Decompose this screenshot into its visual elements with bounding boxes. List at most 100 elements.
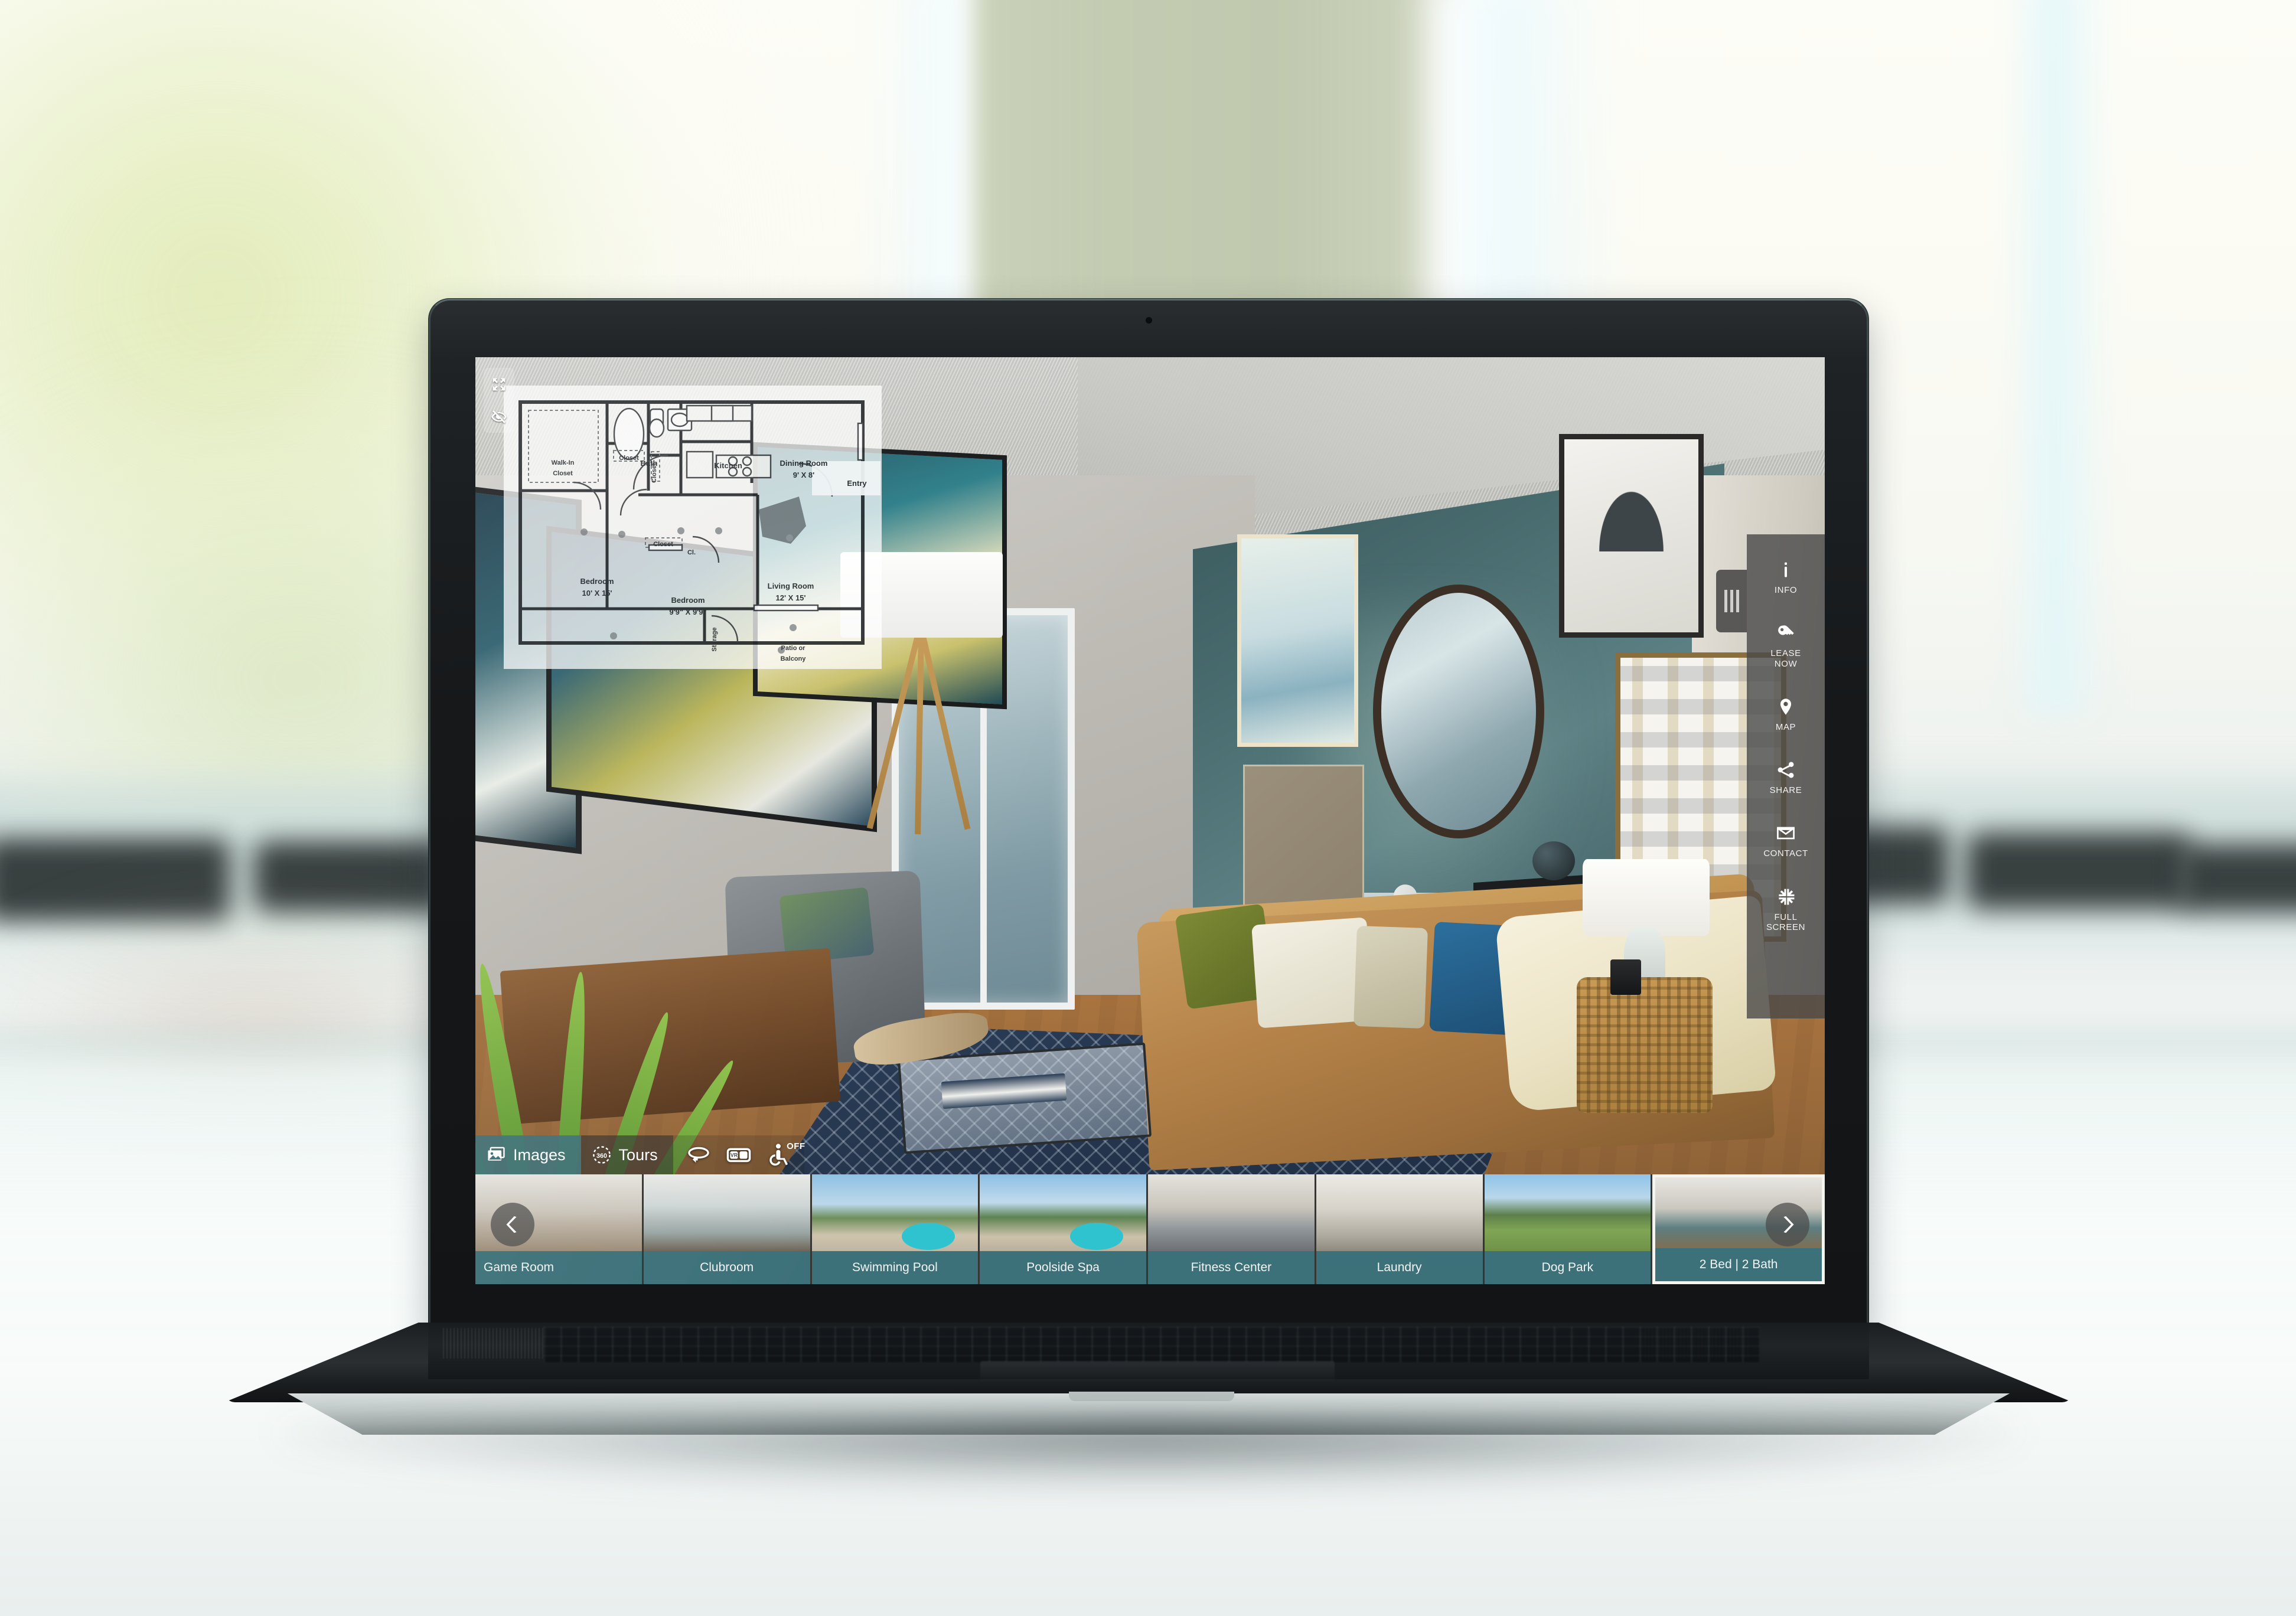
tab-tours-label: Tours	[618, 1145, 658, 1164]
speaker-grille-left	[443, 1328, 549, 1359]
fp-entry: Entry	[847, 479, 867, 488]
360-icon: 360	[592, 1146, 611, 1164]
table-lamp-shade	[1583, 859, 1710, 936]
fp-bed2-1: Bedroom	[671, 596, 705, 605]
thumbnail-label: 2 Bed | 2 Bath	[1655, 1248, 1822, 1281]
thumbnail-image	[643, 1174, 810, 1252]
lease-line2: NOW	[1774, 658, 1798, 669]
strip-prev-button[interactable]	[491, 1203, 534, 1246]
fullscreen-line1: FULL	[1774, 912, 1798, 922]
info-icon	[1774, 558, 1798, 582]
svg-text:360: 360	[596, 1153, 607, 1160]
thumbnail-image	[1316, 1174, 1483, 1252]
drag-handle-icon	[1730, 590, 1733, 612]
fp-closet-v: Closet	[651, 463, 658, 483]
fp-patio-1: Patio or	[781, 645, 806, 652]
sidebar-item-full-screen[interactable]: FULL SCREEN	[1747, 885, 1825, 933]
thumbnail-label: Laundry	[1316, 1251, 1483, 1284]
floorplan-overlay[interactable]: Walk-In Closet Bath Closet Closet Kitche…	[504, 386, 882, 702]
sidebar-label-share: SHARE	[1769, 785, 1802, 795]
thumbnail-label: Dog Park	[1484, 1251, 1651, 1284]
tab-tours[interactable]: 360 Tours	[580, 1135, 673, 1174]
background-chair	[0, 838, 230, 921]
trackpad[interactable]	[980, 1361, 1335, 1381]
sidebar-item-lease-now[interactable]: LEASE NOW	[1747, 621, 1825, 669]
fp-bed2-2: 9'9" X 9'9"	[669, 608, 706, 616]
thumbnail-image	[980, 1174, 1146, 1252]
sidebar-label-fullscreen: FULL SCREEN	[1766, 912, 1805, 933]
keyboard[interactable]	[543, 1327, 1760, 1362]
thumbnail-clubroom[interactable]: Clubroom	[643, 1174, 812, 1284]
sidebar-label-lease: LEASE NOW	[1770, 648, 1801, 669]
sidebar-item-map[interactable]: MAP	[1747, 695, 1825, 732]
eye-slash-icon[interactable]	[489, 407, 509, 427]
wall-art-arch	[1559, 434, 1704, 638]
images-icon	[488, 1147, 505, 1161]
fp-kitchen: Kitchen	[714, 461, 742, 470]
auto-rotate-icon[interactable]	[686, 1142, 711, 1167]
fp-living-1: Living Room	[768, 582, 814, 590]
wall-art-landscape	[1237, 534, 1358, 747]
compress-arrows-icon	[1774, 885, 1798, 909]
thumbnail-label: Clubroom	[643, 1251, 810, 1284]
thumbnail-image	[1148, 1174, 1315, 1252]
tab-images[interactable]: Images	[475, 1135, 581, 1174]
thumbnail-label: Fitness Center	[1148, 1251, 1315, 1284]
envelope-icon	[1774, 821, 1798, 845]
accessibility-state-label: OFF	[787, 1141, 805, 1151]
fp-walkin-1: Walk-In	[552, 459, 575, 466]
sidebar-label-contact: CONTACT	[1763, 848, 1808, 859]
svg-text:VR: VR	[730, 1153, 738, 1158]
side-table	[1577, 977, 1713, 1113]
sidebar-item-contact[interactable]: CONTACT	[1747, 821, 1825, 858]
media-toolbar: Images 360 Tours VR OFF	[475, 1135, 805, 1174]
fp-storage: Storage	[711, 628, 718, 652]
thumbnail-strip[interactable]: Game Room Clubroom Swimming Pool Poolsid…	[475, 1174, 1825, 1284]
map-pin-icon	[1774, 695, 1798, 719]
chevron-right-icon	[1783, 1216, 1794, 1233]
thumbnail-fitness-center[interactable]: Fitness Center	[1148, 1174, 1316, 1284]
share-icon	[1774, 758, 1798, 782]
candle	[1610, 959, 1641, 995]
thumbnail-poolside-spa[interactable]: Poolside Spa	[980, 1174, 1148, 1284]
fp-dining-2: 9' X 8'	[793, 471, 815, 479]
fp-dining-1: Dining Room	[780, 459, 828, 468]
thumbnail-swimming-pool[interactable]: Swimming Pool	[811, 1174, 980, 1284]
floorplan-tools	[484, 368, 514, 433]
thumbnail-laundry[interactable]: Laundry	[1316, 1174, 1485, 1284]
throw-pillow	[1354, 925, 1428, 1029]
round-mirror	[1373, 585, 1544, 838]
background-chair	[2179, 844, 2296, 912]
fp-walkin-2: Closet	[553, 470, 573, 477]
fp-living-2: 12' X 15'	[776, 593, 806, 602]
sidebar-label-map: MAP	[1775, 722, 1796, 732]
lease-line1: LEASE	[1770, 648, 1801, 659]
vr-goggles-icon[interactable]: VR	[726, 1142, 751, 1167]
tab-images-label: Images	[513, 1145, 566, 1164]
decorative-vase	[1532, 841, 1575, 880]
drag-handle-icon	[1724, 590, 1727, 612]
fp-patio-2: Balcony	[781, 655, 807, 662]
sidebar-item-share[interactable]: SHARE	[1747, 758, 1825, 795]
drag-handle-icon	[1736, 590, 1739, 612]
toolbar-controls: VR OFF	[673, 1135, 805, 1174]
thumbnail-label: Swimming Pool	[811, 1251, 979, 1284]
expand-arrows-icon[interactable]	[489, 374, 509, 394]
thumbnail-dog-park[interactable]: Dog Park	[1484, 1174, 1653, 1284]
fp-cl: Cl.	[687, 549, 696, 556]
accessibility-icon[interactable]: OFF	[767, 1141, 805, 1167]
strip-next-button[interactable]	[1766, 1203, 1809, 1246]
sidebar-drag-handle[interactable]	[1716, 570, 1747, 632]
laptop-shadow	[278, 1420, 2020, 1491]
thumbnail-image	[811, 1174, 979, 1252]
fp-bed1-2: 10' X 15'	[582, 589, 612, 598]
fp-closet2: Closet	[653, 541, 673, 548]
sidebar-label-info: INFO	[1774, 585, 1798, 595]
laptop: Walk-In Closet Bath Closet Closet Kitche…	[224, 298, 2073, 1491]
fp-closet: Closet	[619, 455, 639, 462]
tour-sidebar: INFO LEASE NOW MAP SHARE CONTACT FULL SC…	[1747, 534, 1825, 1018]
laptop-screen: Walk-In Closet Bath Closet Closet Kitche…	[475, 357, 1825, 1284]
thumbnail-label: Game Room	[475, 1251, 642, 1284]
thumbnail-image	[1484, 1174, 1651, 1252]
sidebar-item-info[interactable]: INFO	[1747, 558, 1825, 595]
